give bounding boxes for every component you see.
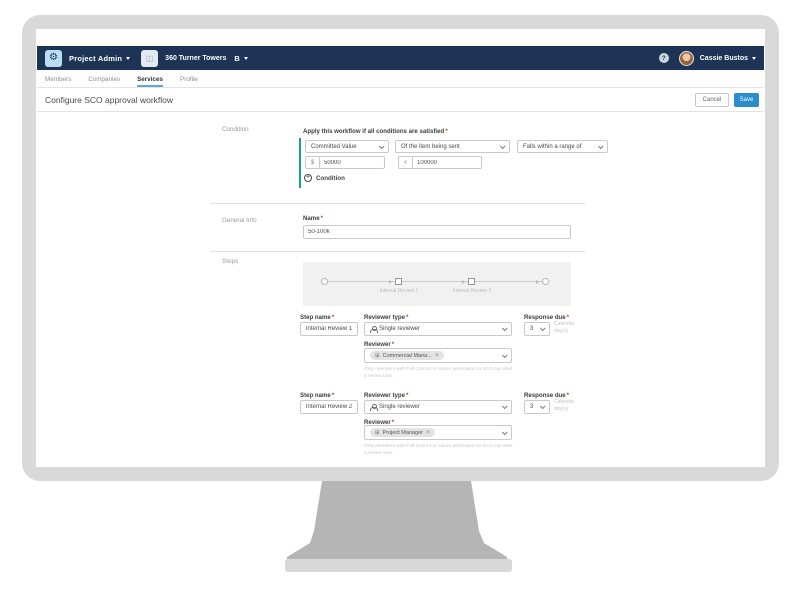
step-name-input[interactable] bbox=[300, 322, 358, 336]
close-icon[interactable]: × bbox=[426, 429, 430, 436]
stepper-track bbox=[324, 281, 545, 282]
save-button[interactable]: Save bbox=[734, 92, 759, 107]
form-content: Condition Apply this workflow if all con… bbox=[37, 112, 764, 467]
reviewer-type-select[interactable]: Single reviewer bbox=[364, 322, 512, 336]
tab-companies[interactable]: Companies bbox=[88, 76, 120, 87]
chevron-down-icon bbox=[378, 142, 385, 149]
page-header: Configure SCO approval workflow Cancel S… bbox=[37, 88, 764, 112]
top-navbar: ⚙ Project Admin ◫ 360 Turner Towers B ? … bbox=[37, 46, 764, 70]
reviewer-chip: ⊞ Project Manager × bbox=[370, 428, 435, 437]
min-value-input[interactable] bbox=[319, 156, 385, 169]
end-node-icon bbox=[542, 278, 549, 285]
response-due-select[interactable]: 3 bbox=[524, 322, 550, 336]
response-unit-label: Calendar day(s) bbox=[554, 399, 575, 412]
arrow-icon bbox=[389, 279, 392, 284]
monitor-base bbox=[285, 559, 512, 572]
condition-operator-select[interactable]: Falls within a range of bbox=[517, 140, 608, 153]
chevron-down-icon bbox=[539, 325, 546, 332]
chevron-down-icon bbox=[501, 325, 508, 332]
reviewer-type-label: Reviewer type* bbox=[364, 392, 409, 399]
max-value-group: < bbox=[398, 156, 482, 169]
chevron-down-icon bbox=[499, 142, 506, 149]
project-icon[interactable]: ◫ bbox=[141, 49, 159, 67]
response-unit-label: Calendar day(s) bbox=[554, 321, 575, 334]
reviewer-label: Reviewer* bbox=[364, 341, 395, 348]
user-menu[interactable]: Cassie Bustos bbox=[700, 55, 748, 62]
close-icon[interactable]: × bbox=[435, 352, 439, 359]
plus-icon: + bbox=[304, 174, 312, 182]
section-divider bbox=[210, 203, 585, 204]
currency-prefix: $ bbox=[305, 156, 319, 169]
person-icon bbox=[370, 403, 378, 412]
diagram-step-label: Internal Review 1 bbox=[379, 288, 419, 294]
add-condition-button[interactable]: + Condition bbox=[304, 174, 345, 182]
diagram-step-label: Internal Review 2 bbox=[452, 288, 492, 294]
start-node-icon bbox=[321, 278, 328, 285]
less-than-prefix: < bbox=[398, 156, 412, 169]
help-icon[interactable]: ? bbox=[658, 53, 669, 63]
required-marker: * bbox=[320, 215, 323, 222]
reviewer-type-select[interactable]: Single reviewer bbox=[364, 400, 512, 414]
step-name-label: Step name* bbox=[300, 314, 335, 321]
required-marker: * bbox=[445, 128, 448, 135]
caret-down-icon bbox=[243, 56, 248, 60]
condition-field-select[interactable]: Committed Value bbox=[305, 140, 389, 153]
tab-profile[interactable]: Profile bbox=[180, 76, 198, 87]
reviewer-hint: Only members with Full Control or Admin … bbox=[364, 367, 513, 379]
section-divider bbox=[210, 251, 585, 252]
apply-workflow-label: Apply this workflow if all conditions ar… bbox=[303, 128, 448, 135]
reviewer-chip: ⊞ Commercial Mana... × bbox=[370, 351, 444, 360]
reviewer-select[interactable]: ⊞ Project Manager × bbox=[364, 425, 512, 440]
screen: ⚙ Project Admin ◫ 360 Turner Towers B ? … bbox=[36, 29, 765, 467]
gear-icon[interactable]: ⚙ bbox=[45, 49, 62, 67]
max-value-input[interactable] bbox=[412, 156, 482, 169]
page-title: Configure SCO approval workflow bbox=[45, 94, 174, 105]
min-value-group: $ bbox=[305, 156, 385, 169]
tab-bar: Members Companies Services Profile bbox=[37, 70, 764, 88]
tab-services[interactable]: Services bbox=[137, 76, 164, 87]
response-due-label: Response due* bbox=[524, 314, 570, 321]
project-selector[interactable]: 360 Turner Towers bbox=[165, 55, 226, 62]
arrow-icon bbox=[462, 279, 465, 284]
bookmark-icon[interactable]: B bbox=[234, 54, 239, 63]
reviewer-type-label: Reviewer type* bbox=[364, 314, 409, 321]
chevron-down-icon bbox=[539, 403, 546, 410]
step-node-icon[interactable] bbox=[395, 278, 402, 285]
chevron-down-icon bbox=[597, 142, 604, 149]
step-name-input[interactable] bbox=[300, 400, 358, 414]
monitor-stand bbox=[287, 481, 507, 561]
monitor-frame: ⚙ Project Admin ◫ 360 Turner Towers B ? … bbox=[22, 15, 779, 481]
cancel-button[interactable]: Cancel bbox=[695, 92, 729, 107]
chevron-down-icon bbox=[501, 403, 508, 410]
caret-down-icon bbox=[126, 56, 131, 60]
response-due-label: Response due* bbox=[524, 392, 570, 399]
caret-down-icon bbox=[752, 56, 756, 60]
general-info-section-label: General Info bbox=[222, 217, 257, 224]
condition-group-bar bbox=[299, 138, 301, 188]
chevron-down-icon bbox=[501, 351, 508, 358]
person-icon bbox=[370, 325, 378, 334]
step-name-label: Step name* bbox=[300, 392, 335, 399]
chevron-down-icon bbox=[501, 428, 508, 435]
arrow-icon bbox=[536, 279, 539, 284]
name-label: Name* bbox=[303, 215, 323, 222]
app-menu[interactable]: Project Admin bbox=[69, 54, 122, 63]
response-due-select[interactable]: 3 bbox=[524, 400, 550, 414]
tab-members[interactable]: Members bbox=[45, 76, 71, 87]
grid-icon: ⊞ bbox=[375, 352, 380, 359]
condition-section-label: Condition bbox=[222, 126, 249, 133]
steps-section-label: Steps bbox=[222, 258, 239, 265]
step-node-icon[interactable] bbox=[468, 278, 475, 285]
reviewer-hint: Only members with Full Control or Admin … bbox=[364, 444, 513, 456]
avatar[interactable] bbox=[678, 50, 694, 66]
workflow-diagram: Internal Review 1 Internal Review 2 bbox=[303, 262, 571, 306]
name-input[interactable] bbox=[303, 225, 571, 239]
reviewer-select[interactable]: ⊞ Commercial Mana... × bbox=[364, 348, 512, 363]
condition-subject-select[interactable]: Of the item being sent bbox=[395, 140, 510, 153]
grid-icon: ⊞ bbox=[375, 429, 380, 436]
